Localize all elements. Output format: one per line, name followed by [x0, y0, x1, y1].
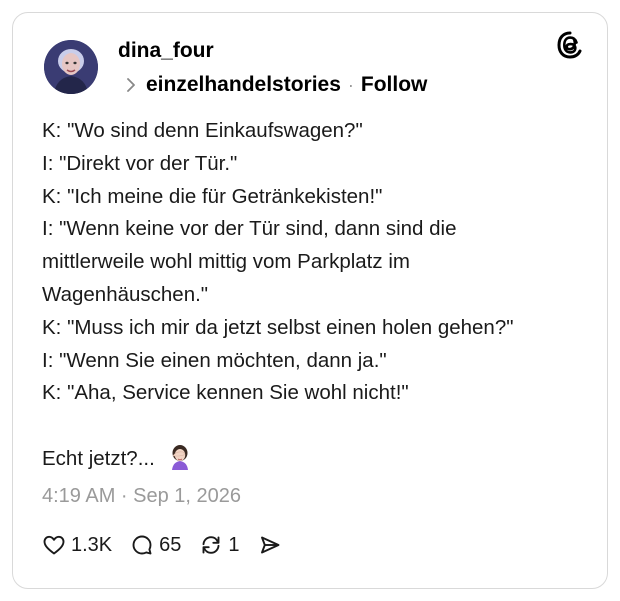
like-button[interactable]: 1.3K: [42, 533, 112, 557]
post-line: I: "Wenn keine vor der Tür sind, dann si…: [42, 217, 457, 241]
separator-dot: ·: [347, 74, 354, 95]
heart-icon: [43, 535, 65, 555]
author-username[interactable]: dina_four: [118, 39, 214, 63]
post-line: K: "Wo sind denn Einkaufswagen?": [42, 119, 363, 142]
post-body: K: "Wo sind denn Einkaufswagen?" I: "Dir…: [42, 115, 592, 481]
post-card: dina_four einzelhandelstories · Follow K…: [12, 12, 608, 589]
like-count: 1.3K: [71, 533, 113, 556]
post-line: I: "Direkt vor der Tür.": [42, 151, 238, 175]
reply-button[interactable]: 65: [130, 533, 181, 557]
post-closing-line: Echt jetzt?...: [42, 443, 592, 481]
send-icon: [260, 536, 279, 554]
post-line: Wagenhäuschen.": [42, 282, 209, 306]
repost-icon: [202, 536, 220, 554]
repost-count: 1: [228, 533, 240, 556]
post-line: mittlerweile wohl mittig vom Parkplatz i…: [42, 250, 410, 274]
share-button[interactable]: [258, 533, 287, 557]
reply-count: 65: [159, 533, 182, 556]
chevron-right-icon: [127, 78, 135, 92]
action-bar: 1.3K 65 1: [42, 533, 305, 557]
repost-button[interactable]: 1: [199, 533, 240, 557]
avatar[interactable]: [44, 40, 98, 94]
post-closing-text: Echt jetzt?...: [42, 446, 155, 470]
community-link[interactable]: einzelhandelstories: [146, 73, 341, 97]
post-line: K: "Muss ich mir da jetzt selbst einen h…: [42, 315, 514, 339]
post-timestamp: 4:19 AM · Sep 1, 2026: [42, 485, 242, 507]
post-line: I: "Wenn Sie einen möchten, dann ja.": [42, 348, 387, 372]
community-row: einzelhandelstories · Follow: [124, 73, 427, 97]
threads-icon[interactable]: [555, 30, 585, 60]
follow-button[interactable]: Follow: [361, 73, 428, 97]
woman-facepalming-emoji-icon: [167, 444, 193, 481]
post-line: K: "Aha, Service kennen Sie wohl nicht!": [42, 381, 409, 405]
post-line: K: "Ich meine die für Getränkekisten!": [42, 184, 383, 208]
comment-icon: [132, 535, 152, 555]
